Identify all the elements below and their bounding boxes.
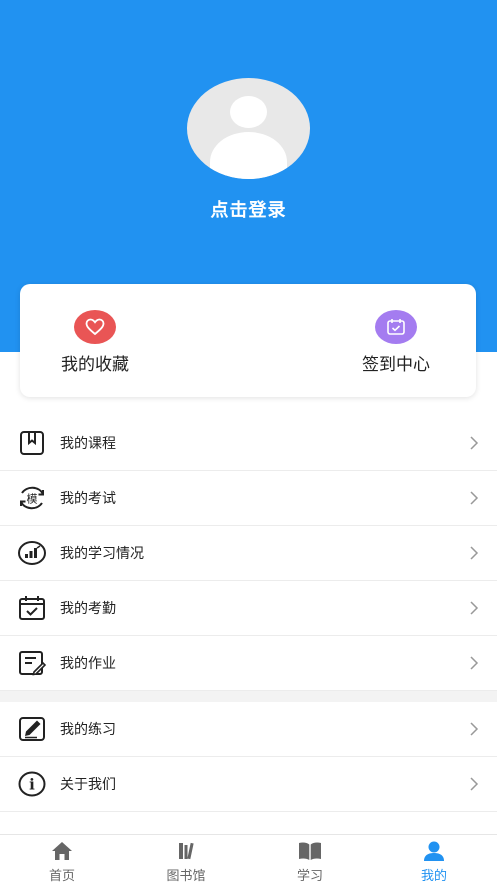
menu-label: 我的课程 bbox=[60, 436, 116, 452]
menu-label: 关于我们 bbox=[60, 777, 116, 793]
menu-item-study-status[interactable]: 我的学习情况 bbox=[0, 526, 497, 581]
tab-label: 学习 bbox=[296, 869, 323, 883]
practice-pencil-icon bbox=[17, 715, 47, 743]
chevron-right-icon bbox=[470, 436, 479, 450]
menu-group-secondary: 我的练习 i 关于我们 bbox=[0, 702, 497, 812]
tab-library[interactable]: 图书馆 bbox=[146, 839, 226, 883]
homework-edit-icon bbox=[17, 649, 47, 677]
tab-label: 图书馆 bbox=[166, 869, 206, 883]
menu-item-practice[interactable]: 我的练习 bbox=[0, 702, 497, 757]
user-icon bbox=[421, 839, 447, 863]
home-icon bbox=[49, 839, 75, 863]
menu-label: 我的作业 bbox=[60, 656, 116, 672]
info-icon: i bbox=[17, 770, 47, 798]
checkin-button[interactable]: 签到中心 bbox=[336, 310, 456, 375]
tab-mine[interactable]: 我的 bbox=[394, 839, 474, 883]
menu-label: 我的考试 bbox=[60, 491, 116, 507]
heart-icon bbox=[74, 310, 116, 344]
exam-mock-icon: 模 bbox=[17, 484, 47, 512]
chevron-right-icon bbox=[470, 722, 479, 736]
svg-text:模: 模 bbox=[27, 493, 38, 506]
menu-item-homework[interactable]: 我的作业 bbox=[0, 636, 497, 691]
tab-label: 首页 bbox=[48, 869, 75, 883]
section-divider bbox=[0, 691, 497, 702]
menu-item-courses[interactable]: 我的课程 bbox=[0, 416, 497, 471]
bottom-tab-bar: 首页 图书馆 学习 我的 bbox=[0, 834, 497, 883]
quick-actions-card: 我的收藏 签到中心 bbox=[20, 284, 476, 397]
stats-chart-icon bbox=[17, 539, 47, 567]
menu-label: 我的考勤 bbox=[60, 601, 116, 617]
bookmark-icon bbox=[17, 429, 47, 457]
chevron-right-icon bbox=[470, 656, 479, 670]
avatar-body bbox=[210, 132, 287, 179]
favorites-button[interactable]: 我的收藏 bbox=[35, 310, 155, 375]
login-link[interactable]: 点击登录 bbox=[0, 196, 497, 222]
tab-study[interactable]: 学习 bbox=[270, 839, 350, 883]
menu-label: 我的学习情况 bbox=[60, 546, 144, 562]
svg-text:i: i bbox=[29, 776, 35, 794]
menu-group-primary: 我的课程 模 我的考试 我的学习情况 我的考勤 我的作业 bbox=[0, 416, 497, 691]
menu-item-attendance[interactable]: 我的考勤 bbox=[0, 581, 497, 636]
avatar[interactable] bbox=[187, 78, 310, 179]
favorites-label: 我的收藏 bbox=[61, 355, 129, 375]
tab-label: 我的 bbox=[420, 869, 447, 883]
chevron-right-icon bbox=[470, 491, 479, 505]
library-icon bbox=[173, 839, 199, 863]
calendar-check-icon bbox=[375, 310, 417, 344]
chevron-right-icon bbox=[470, 546, 479, 560]
tab-home[interactable]: 首页 bbox=[22, 839, 102, 883]
menu-item-exams[interactable]: 模 我的考试 bbox=[0, 471, 497, 526]
checkin-label: 签到中心 bbox=[362, 355, 430, 375]
avatar-head bbox=[230, 96, 267, 128]
menu-item-about[interactable]: i 关于我们 bbox=[0, 757, 497, 812]
menu-label: 我的练习 bbox=[60, 722, 116, 738]
chevron-right-icon bbox=[470, 601, 479, 615]
chevron-right-icon bbox=[470, 777, 479, 791]
attendance-calendar-icon bbox=[17, 594, 47, 622]
open-book-icon bbox=[297, 839, 323, 863]
